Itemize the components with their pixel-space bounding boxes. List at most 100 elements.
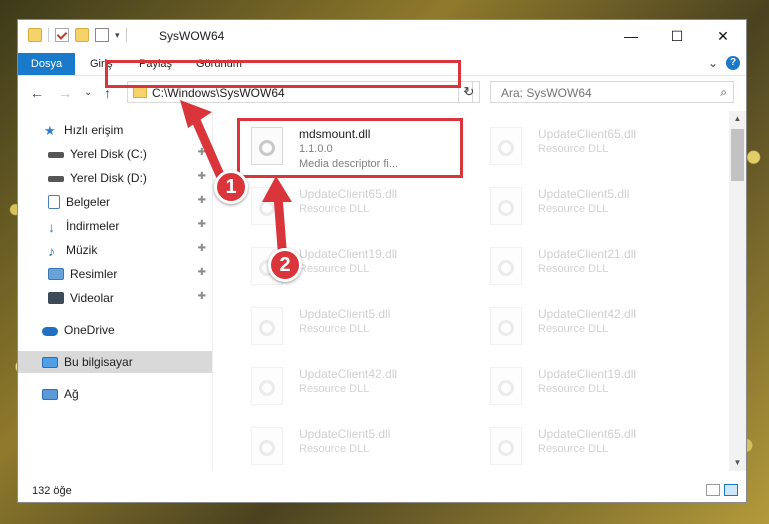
drive-icon [48, 176, 64, 182]
search-box[interactable]: ⌕ [490, 81, 734, 103]
dll-file-icon [490, 127, 522, 165]
star-icon: ★ [44, 123, 56, 138]
file-item[interactable]: UpdateClient65.dll Resource DLL [482, 417, 712, 471]
search-icon[interactable]: ⌕ [720, 85, 727, 100]
file-item[interactable]: UpdateClient65.dll Resource DLL [243, 177, 473, 237]
gear-icon [259, 200, 275, 216]
dll-file-icon [490, 367, 522, 405]
file-name: UpdateClient21.dll [538, 247, 637, 261]
sidebar-item-network[interactable]: Ağ [18, 383, 212, 405]
expand-ribbon-icon[interactable]: ⌄ [708, 56, 718, 70]
pin-icon[interactable]: ✚ [198, 147, 206, 158]
file-list: mdsmount.dll 1.1.0.0 Media descriptor fi… [223, 111, 728, 471]
tab-file[interactable]: Dosya [18, 53, 75, 75]
sidebar-item-label: Bu bilgisayar [64, 355, 133, 369]
forward-button[interactable]: → [58, 85, 72, 101]
customize-toolbar-icon[interactable] [95, 28, 109, 42]
file-name: UpdateClient65.dll [538, 427, 637, 441]
step-2-badge: 2 [268, 248, 302, 282]
sidebar-item-quick-access[interactable]: ★ Hızlı erişim [18, 119, 212, 141]
sidebar-item-drive-c[interactable]: Yerel Disk (C:) ✚ [18, 143, 212, 165]
gear-icon [498, 260, 514, 276]
details-view-icon[interactable] [706, 484, 720, 496]
sidebar-item-label: Resimler [70, 267, 118, 281]
refresh-button[interactable]: ↻ [458, 81, 480, 103]
properties-check-icon[interactable] [55, 28, 69, 42]
sidebar-item-videos[interactable]: Videolar ✚ [18, 287, 212, 309]
drive-icon [48, 152, 64, 158]
separator [48, 28, 49, 42]
scroll-down-button[interactable]: ▼ [729, 455, 746, 471]
sidebar-item-label: Yerel Disk (D:) [70, 171, 147, 185]
address-highlight-box [105, 60, 461, 88]
gear-icon [498, 380, 514, 396]
gear-icon [259, 320, 275, 336]
file-item[interactable]: UpdateClient65.dll Resource DLL [482, 117, 712, 177]
pin-icon[interactable]: ✚ [198, 267, 206, 278]
recent-locations-button[interactable]: ⌄ [84, 87, 92, 98]
sidebar-item-this-pc[interactable]: Bu bilgisayar [18, 351, 212, 373]
file-item[interactable]: UpdateClient19.dll Resource DLL [482, 357, 712, 417]
separator [125, 28, 127, 42]
scroll-thumb[interactable] [731, 129, 744, 181]
new-folder-icon[interactable] [75, 28, 89, 42]
maximize-button[interactable]: ☐ [654, 20, 700, 52]
file-item[interactable]: UpdateClient5.dll Resource DLL [243, 417, 473, 471]
scroll-up-button[interactable]: ▲ [729, 111, 746, 127]
sidebar-item-documents[interactable]: Belgeler ✚ [18, 191, 212, 213]
gear-icon [259, 440, 275, 456]
dll-file-icon [490, 427, 522, 465]
file-explorer-window: ▾ SysWOW64 — ☐ ✕ Dosya Giriş Paylaş Görü… [17, 19, 747, 503]
window-title: SysWOW64 [159, 29, 225, 43]
pin-icon[interactable]: ✚ [198, 291, 206, 302]
search-input[interactable] [499, 83, 703, 103]
file-name: UpdateClient65.dll [538, 127, 637, 141]
sidebar-item-label: OneDrive [64, 323, 115, 337]
file-name: UpdateClient5.dll [299, 427, 391, 441]
dll-file-icon [490, 247, 522, 285]
file-type: Resource DLL [538, 383, 609, 395]
sidebar-item-drive-d[interactable]: Yerel Disk (D:) ✚ [18, 167, 212, 189]
quick-access-toolbar: ▾ [28, 28, 127, 42]
dll-file-icon [251, 367, 283, 405]
gear-icon [259, 380, 275, 396]
close-button[interactable]: ✕ [700, 20, 746, 52]
pin-icon[interactable]: ✚ [198, 243, 206, 254]
sidebar-item-downloads[interactable]: ↓ İndirmeler ✚ [18, 215, 212, 237]
file-type: Resource DLL [538, 323, 609, 335]
sidebar-item-label: Yerel Disk (C:) [70, 147, 147, 161]
sidebar-item-label: İndirmeler [66, 219, 120, 233]
file-type: Resource DLL [299, 263, 370, 275]
vertical-scrollbar[interactable]: ▲ ▼ [729, 111, 746, 471]
address-path[interactable]: C:\Windows\SysWOW64 [152, 86, 285, 100]
dll-file-icon [490, 307, 522, 345]
dll-file-icon [251, 307, 283, 345]
file-name: UpdateClient19.dll [299, 247, 398, 261]
back-button[interactable]: ← [30, 85, 44, 101]
sidebar-item-pictures[interactable]: Resimler ✚ [18, 263, 212, 285]
pin-icon[interactable]: ✚ [198, 171, 206, 182]
sidebar-item-onedrive[interactable]: OneDrive [18, 319, 212, 341]
help-icon[interactable]: ? [726, 56, 740, 70]
cloud-icon [42, 326, 58, 336]
file-item[interactable]: UpdateClient5.dll Resource DLL [482, 177, 712, 237]
file-item[interactable]: UpdateClient42.dll Resource DLL [243, 357, 473, 417]
videos-icon [48, 292, 64, 304]
file-item[interactable]: UpdateClient21.dll Resource DLL [482, 237, 712, 297]
sidebar-item-label: Videolar [70, 291, 114, 305]
minimize-button[interactable]: — [608, 20, 654, 52]
file-item[interactable]: UpdateClient42.dll Resource DLL [482, 297, 712, 357]
file-name: UpdateClient42.dll [299, 367, 398, 381]
sidebar-item-music[interactable]: ♪ Müzik ✚ [18, 239, 212, 261]
file-type: Resource DLL [299, 323, 370, 335]
music-icon: ♪ [48, 243, 55, 259]
tiles-view-icon[interactable] [724, 484, 738, 496]
navigation-pane: ★ Hızlı erişim Yerel Disk (C:) ✚ Yerel D… [18, 111, 213, 471]
window-controls: — ☐ ✕ [608, 20, 746, 52]
pin-icon[interactable]: ✚ [198, 219, 206, 230]
file-name: UpdateClient5.dll [299, 307, 391, 321]
pictures-icon [48, 268, 64, 280]
chevron-down-icon[interactable]: ▾ [115, 30, 120, 41]
pin-icon[interactable]: ✚ [198, 195, 206, 206]
file-item[interactable]: UpdateClient5.dll Resource DLL [243, 297, 473, 357]
